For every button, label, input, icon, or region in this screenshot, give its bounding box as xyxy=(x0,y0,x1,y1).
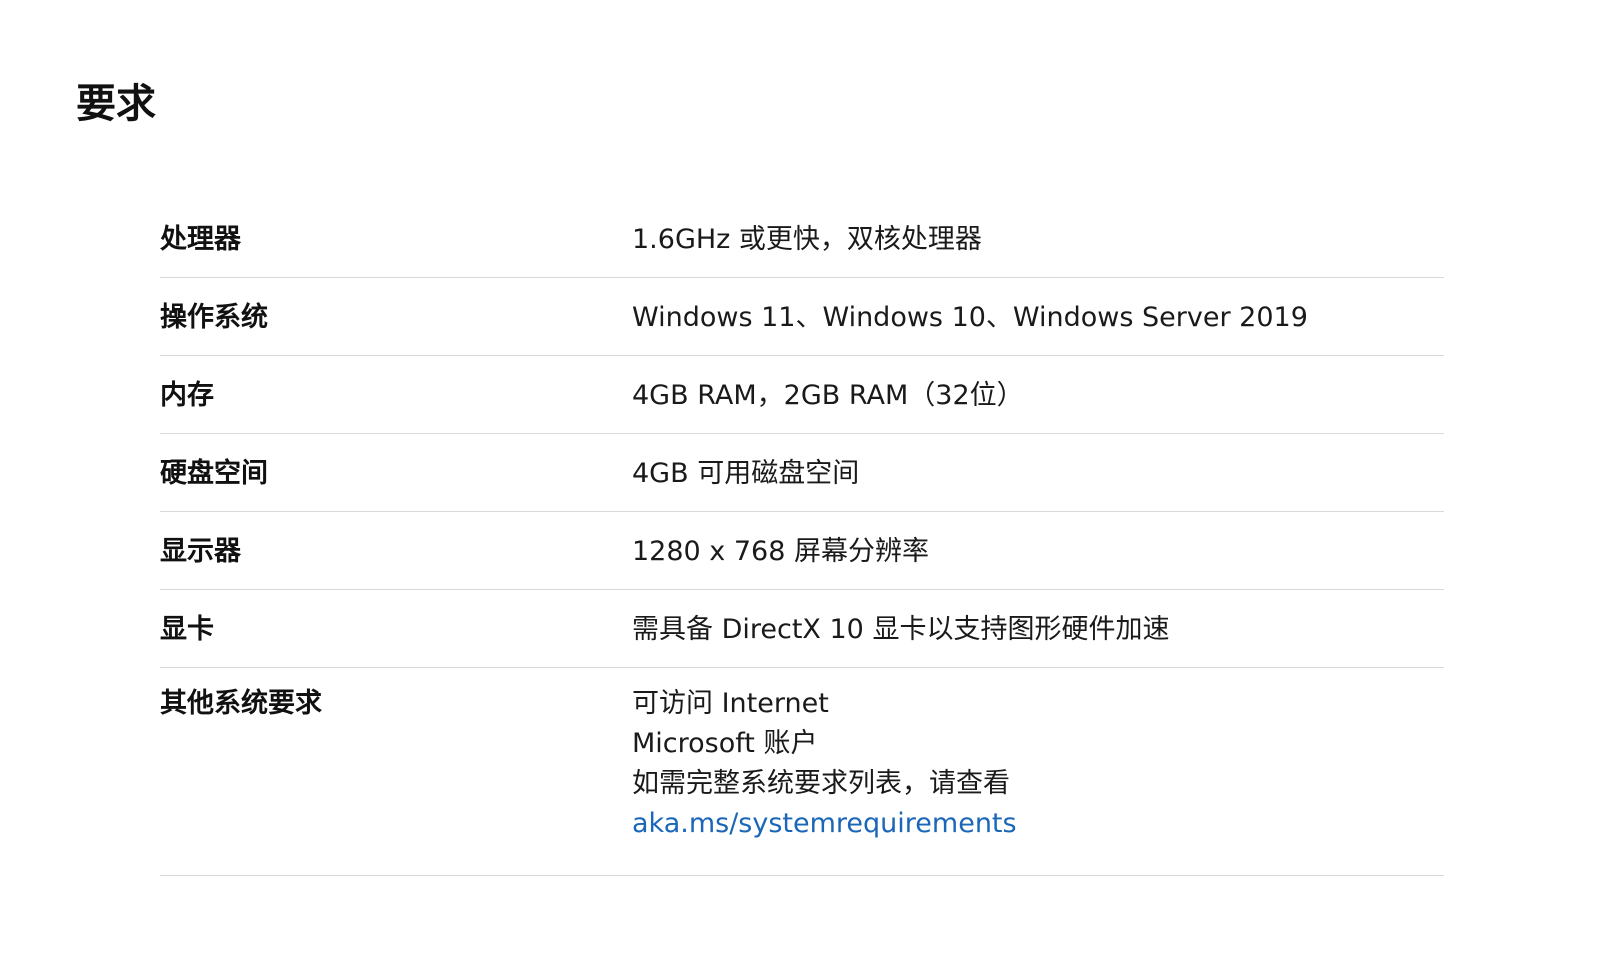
requirement-value: 需具备 DirectX 10 显卡以支持图形硬件加速 xyxy=(632,614,1170,645)
requirement-value-list: 可访问 Internet Microsoft 账户 如需完整系统要求列表，请查看… xyxy=(632,684,1444,844)
requirement-row-other: 其他系统要求 可访问 Internet Microsoft 账户 如需完整系统要… xyxy=(160,668,1444,876)
requirement-line-internet: 可访问 Internet xyxy=(632,688,829,719)
requirement-line-full-list: 如需完整系统要求列表，请查看 xyxy=(632,768,1010,799)
requirement-label: 处理器 xyxy=(160,224,241,255)
requirements-page: 要求 处理器 1.6GHz 或更快，双核处理器 操作系统 Windows 11、… xyxy=(0,0,1597,962)
requirements-table: 处理器 1.6GHz 或更快，双核处理器 操作系统 Windows 11、Win… xyxy=(160,200,1444,876)
page-title: 要求 xyxy=(76,81,156,127)
requirement-value: 1280 x 768 屏幕分辨率 xyxy=(632,536,929,567)
system-requirements-link[interactable]: aka.ms/systemrequirements xyxy=(632,808,1017,839)
requirement-label: 其他系统要求 xyxy=(160,688,322,719)
requirement-row-os: 操作系统 Windows 11、Windows 10、Windows Serve… xyxy=(160,278,1444,356)
requirement-label: 操作系统 xyxy=(160,302,268,333)
requirement-label: 硬盘空间 xyxy=(160,458,268,489)
requirement-row-disk: 硬盘空间 4GB 可用磁盘空间 xyxy=(160,434,1444,512)
requirement-row-memory: 内存 4GB RAM，2GB RAM（32位） xyxy=(160,356,1444,434)
requirement-row-graphics: 显卡 需具备 DirectX 10 显卡以支持图形硬件加速 xyxy=(160,590,1444,668)
requirement-label: 内存 xyxy=(160,380,214,411)
requirement-row-processor: 处理器 1.6GHz 或更快，双核处理器 xyxy=(160,200,1444,278)
requirement-value: 4GB RAM，2GB RAM（32位） xyxy=(632,380,1024,411)
requirement-value: 4GB 可用磁盘空间 xyxy=(632,458,860,489)
requirement-value: 1.6GHz 或更快，双核处理器 xyxy=(632,224,982,255)
requirement-line-link: aka.ms/systemrequirements xyxy=(632,804,1444,844)
requirement-value: Windows 11、Windows 10、Windows Server 201… xyxy=(632,302,1308,333)
requirement-label: 显卡 xyxy=(160,614,214,645)
requirement-line-account: Microsoft 账户 xyxy=(632,728,818,759)
requirement-label: 显示器 xyxy=(160,536,241,567)
requirement-row-display: 显示器 1280 x 768 屏幕分辨率 xyxy=(160,512,1444,590)
